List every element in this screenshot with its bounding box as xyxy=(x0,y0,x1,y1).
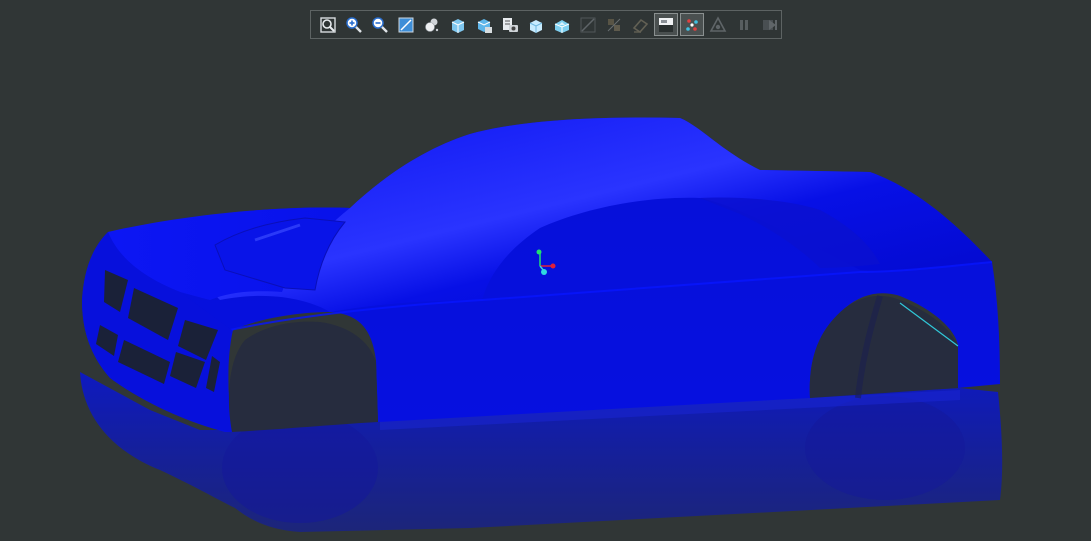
section-view-icon xyxy=(527,16,545,34)
view-orientation-icon xyxy=(449,16,467,34)
points-button[interactable] xyxy=(680,13,704,36)
front-wheel-arch xyxy=(228,321,378,432)
measure-button[interactable] xyxy=(575,13,601,36)
display-panel-button[interactable] xyxy=(654,13,678,36)
zoom-in-icon xyxy=(345,16,363,34)
standard-views-icon xyxy=(475,16,493,34)
snapshot-button[interactable] xyxy=(497,13,523,36)
viewer-toolbar xyxy=(310,10,782,39)
zoom-window-button[interactable] xyxy=(393,13,419,36)
material-button[interactable] xyxy=(705,13,731,36)
eraser-icon xyxy=(631,16,649,34)
shading-mode-button[interactable] xyxy=(419,13,445,36)
move-parts-button[interactable] xyxy=(601,13,627,36)
step-forward-icon xyxy=(761,16,779,34)
zoom-out-icon xyxy=(371,16,389,34)
zoom-fit-button[interactable] xyxy=(315,13,341,36)
zoom-fit-icon xyxy=(319,16,337,34)
view-orientation-button[interactable] xyxy=(445,13,471,36)
pause-button[interactable] xyxy=(731,13,757,36)
section-view-button[interactable] xyxy=(523,13,549,36)
eraser-button[interactable] xyxy=(627,13,653,36)
move-parts-icon xyxy=(605,16,623,34)
shading-mode-icon xyxy=(423,16,441,34)
3d-viewport[interactable] xyxy=(0,0,1091,541)
display-panel-icon xyxy=(657,16,675,34)
explode-view-button[interactable] xyxy=(549,13,575,36)
snapshot-icon xyxy=(501,16,519,34)
material-icon xyxy=(709,15,727,34)
pause-icon xyxy=(735,16,753,34)
zoom-out-button[interactable] xyxy=(367,13,393,36)
points-icon xyxy=(683,16,701,34)
step-forward-button[interactable] xyxy=(757,13,783,36)
zoom-in-button[interactable] xyxy=(341,13,367,36)
standard-views-button[interactable] xyxy=(471,13,497,36)
measure-icon xyxy=(579,16,597,34)
zoom-window-icon xyxy=(397,16,415,34)
explode-view-icon xyxy=(553,16,571,34)
